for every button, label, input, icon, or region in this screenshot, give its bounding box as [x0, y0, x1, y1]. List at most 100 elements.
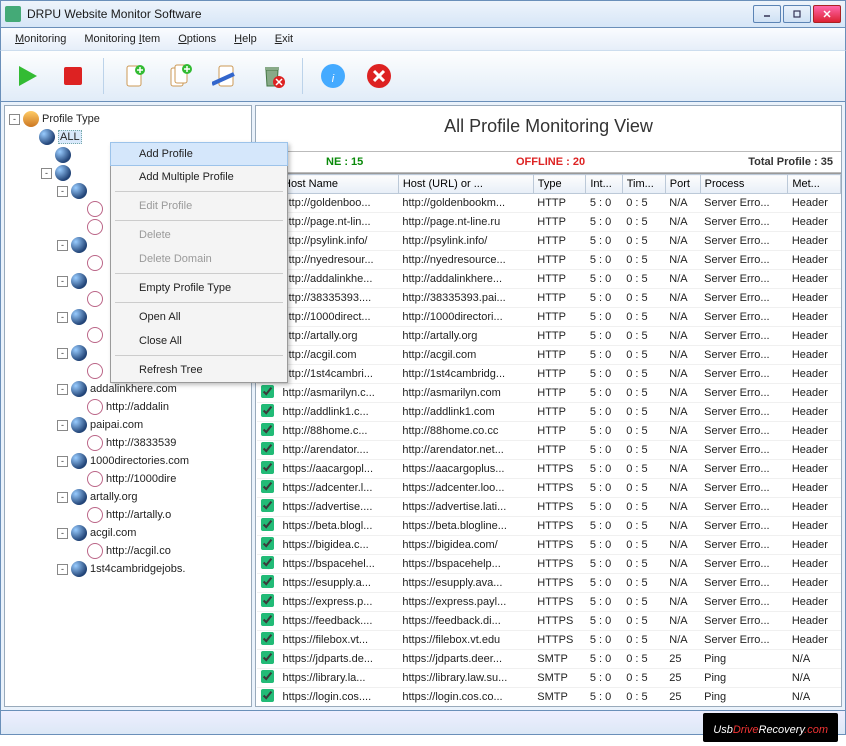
maximize-button[interactable]	[783, 5, 811, 23]
table-row[interactable]: https://advertise....https://advertise.l…	[257, 498, 841, 517]
col-header[interactable]: Host (URL) or ...	[398, 175, 533, 194]
expand-icon[interactable]: -	[57, 384, 68, 395]
tree-node[interactable]: http://acgil.co	[9, 542, 249, 560]
col-header[interactable]: Tim...	[622, 175, 665, 194]
row-checkbox[interactable]	[261, 537, 274, 550]
table-row[interactable]: http://psylink.info/http://psylink.info/…	[257, 232, 841, 251]
table-row[interactable]: http://1000direct...http://1000directori…	[257, 308, 841, 327]
row-checkbox[interactable]	[261, 499, 274, 512]
col-header[interactable]: Type	[533, 175, 586, 194]
expand-icon[interactable]: -	[57, 348, 68, 359]
new-profile-button[interactable]	[116, 58, 152, 94]
table-row[interactable]: https://express.p...https://express.payl…	[257, 593, 841, 612]
table-row[interactable]: http://arendator....http://arendator.net…	[257, 441, 841, 460]
ctx-refresh-tree[interactable]: Refresh Tree	[111, 358, 287, 382]
close-button[interactable]	[813, 5, 841, 23]
expand-icon[interactable]: -	[57, 564, 68, 575]
col-header[interactable]: Process	[700, 175, 788, 194]
table-row[interactable]: http://nyedresour...http://nyedresource.…	[257, 251, 841, 270]
ctx-add-profile[interactable]: Add Profile	[110, 142, 288, 166]
expand-icon[interactable]: -	[57, 492, 68, 503]
tree-node[interactable]: -artally.org	[9, 488, 249, 506]
play-button[interactable]	[9, 58, 45, 94]
expand-icon[interactable]: -	[57, 420, 68, 431]
table-row[interactable]: https://login.cos....https://login.cos.c…	[257, 688, 841, 707]
table-row[interactable]: https://bspacehel...https://bspacehelp..…	[257, 555, 841, 574]
table-row[interactable]: http://asmarilyn.c...http://asmarilyn.co…	[257, 384, 841, 403]
row-checkbox[interactable]	[261, 404, 274, 417]
row-checkbox[interactable]	[261, 423, 274, 436]
col-header[interactable]: Host Name	[279, 175, 399, 194]
row-checkbox[interactable]	[261, 613, 274, 626]
row-checkbox[interactable]	[261, 556, 274, 569]
stop-button[interactable]	[55, 58, 91, 94]
table-row[interactable]: https://filebox.vt...https://filebox.vt.…	[257, 631, 841, 650]
row-checkbox[interactable]	[261, 651, 274, 664]
tree-node[interactable]: http://3833539	[9, 434, 249, 452]
minimize-button[interactable]	[753, 5, 781, 23]
col-header[interactable]: Port	[665, 175, 700, 194]
expand-icon[interactable]: -	[57, 240, 68, 251]
row-checkbox[interactable]	[261, 670, 274, 683]
col-header[interactable]: Met...	[788, 175, 841, 194]
info-button[interactable]: i	[315, 58, 351, 94]
menu-monitoring[interactable]: Monitoring	[7, 31, 74, 47]
menu-options[interactable]: Options	[170, 31, 224, 47]
tree-node[interactable]: -Profile Type	[9, 110, 249, 128]
table-row[interactable]: https://adcenter.l...https://adcenter.lo…	[257, 479, 841, 498]
table-row[interactable]: https://beta.blogl...https://beta.blogli…	[257, 517, 841, 536]
row-checkbox[interactable]	[261, 442, 274, 455]
table-row[interactable]: http://page.nt-lin...http://page.nt-line…	[257, 213, 841, 232]
ctx-empty-profile-type[interactable]: Empty Profile Type	[111, 276, 287, 300]
tree-node[interactable]: http://1000dire	[9, 470, 249, 488]
table-row[interactable]: http://88home.c...http://88home.co.ccHTT…	[257, 422, 841, 441]
tree-node[interactable]: -acgil.com	[9, 524, 249, 542]
add-multiple-button[interactable]	[162, 58, 198, 94]
tree-node[interactable]: http://artally.o	[9, 506, 249, 524]
table-row[interactable]: https://feedback....https://feedback.di.…	[257, 612, 841, 631]
table-row[interactable]: http://goldenboo...http://goldenbookm...…	[257, 194, 841, 213]
table-row[interactable]: https://bigidea.c...https://bigidea.com/…	[257, 536, 841, 555]
row-checkbox[interactable]	[261, 689, 274, 702]
tree-node[interactable]: -1000directories.com	[9, 452, 249, 470]
row-checkbox[interactable]	[261, 594, 274, 607]
row-checkbox[interactable]	[261, 518, 274, 531]
tree-node[interactable]: -paipai.com	[9, 416, 249, 434]
table-row[interactable]: https://library.la...https://library.law…	[257, 669, 841, 688]
table-row[interactable]: https://esupply.a...https://esupply.ava.…	[257, 574, 841, 593]
table-row[interactable]: http://addlink1.c...http://addlink1.comH…	[257, 403, 841, 422]
expand-icon[interactable]: -	[41, 168, 52, 179]
table-row[interactable]: http://addalinkhe...http://addalinkhere.…	[257, 270, 841, 289]
menu-exit[interactable]: Exit	[267, 31, 301, 47]
expand-icon[interactable]: -	[57, 276, 68, 287]
table-row[interactable]: http://1st4cambri...http://1st4cambridg.…	[257, 365, 841, 384]
row-checkbox[interactable]	[261, 461, 274, 474]
col-header[interactable]: Int...	[586, 175, 622, 194]
ctx-close-all[interactable]: Close All	[111, 329, 287, 353]
exit-button[interactable]	[361, 58, 397, 94]
expand-icon[interactable]: -	[57, 186, 68, 197]
table-scroll[interactable]: Host NameHost (URL) or ...TypeInt...Tim.…	[256, 173, 841, 706]
delete-button[interactable]	[254, 58, 290, 94]
ctx-open-all[interactable]: Open All	[111, 305, 287, 329]
menu-monitoring-item[interactable]: Monitoring Item	[76, 31, 168, 47]
ctx-add-multiple-profile[interactable]: Add Multiple Profile	[111, 165, 287, 189]
expand-icon[interactable]: -	[57, 312, 68, 323]
row-checkbox[interactable]	[261, 480, 274, 493]
tree-node[interactable]: http://addalin	[9, 398, 249, 416]
expand-icon[interactable]: -	[9, 114, 20, 125]
table-row[interactable]: http://artally.orghttp://artally.orgHTTP…	[257, 327, 841, 346]
tree-node[interactable]: -1st4cambridgejobs.	[9, 560, 249, 578]
edit-profile-button[interactable]	[208, 58, 244, 94]
row-checkbox[interactable]	[261, 385, 274, 398]
cell-proc: Server Erro...	[700, 612, 788, 631]
table-row[interactable]: http://38335393....http://38335393.pai..…	[257, 289, 841, 308]
expand-icon[interactable]: -	[57, 456, 68, 467]
row-checkbox[interactable]	[261, 575, 274, 588]
menu-help[interactable]: Help	[226, 31, 265, 47]
table-row[interactable]: https://aacargopl...https://aacargoplus.…	[257, 460, 841, 479]
row-checkbox[interactable]	[261, 632, 274, 645]
table-row[interactable]: https://jdparts.de...https://jdparts.dee…	[257, 650, 841, 669]
table-row[interactable]: http://acgil.comhttp://acgil.comHTTP5 : …	[257, 346, 841, 365]
expand-icon[interactable]: -	[57, 528, 68, 539]
